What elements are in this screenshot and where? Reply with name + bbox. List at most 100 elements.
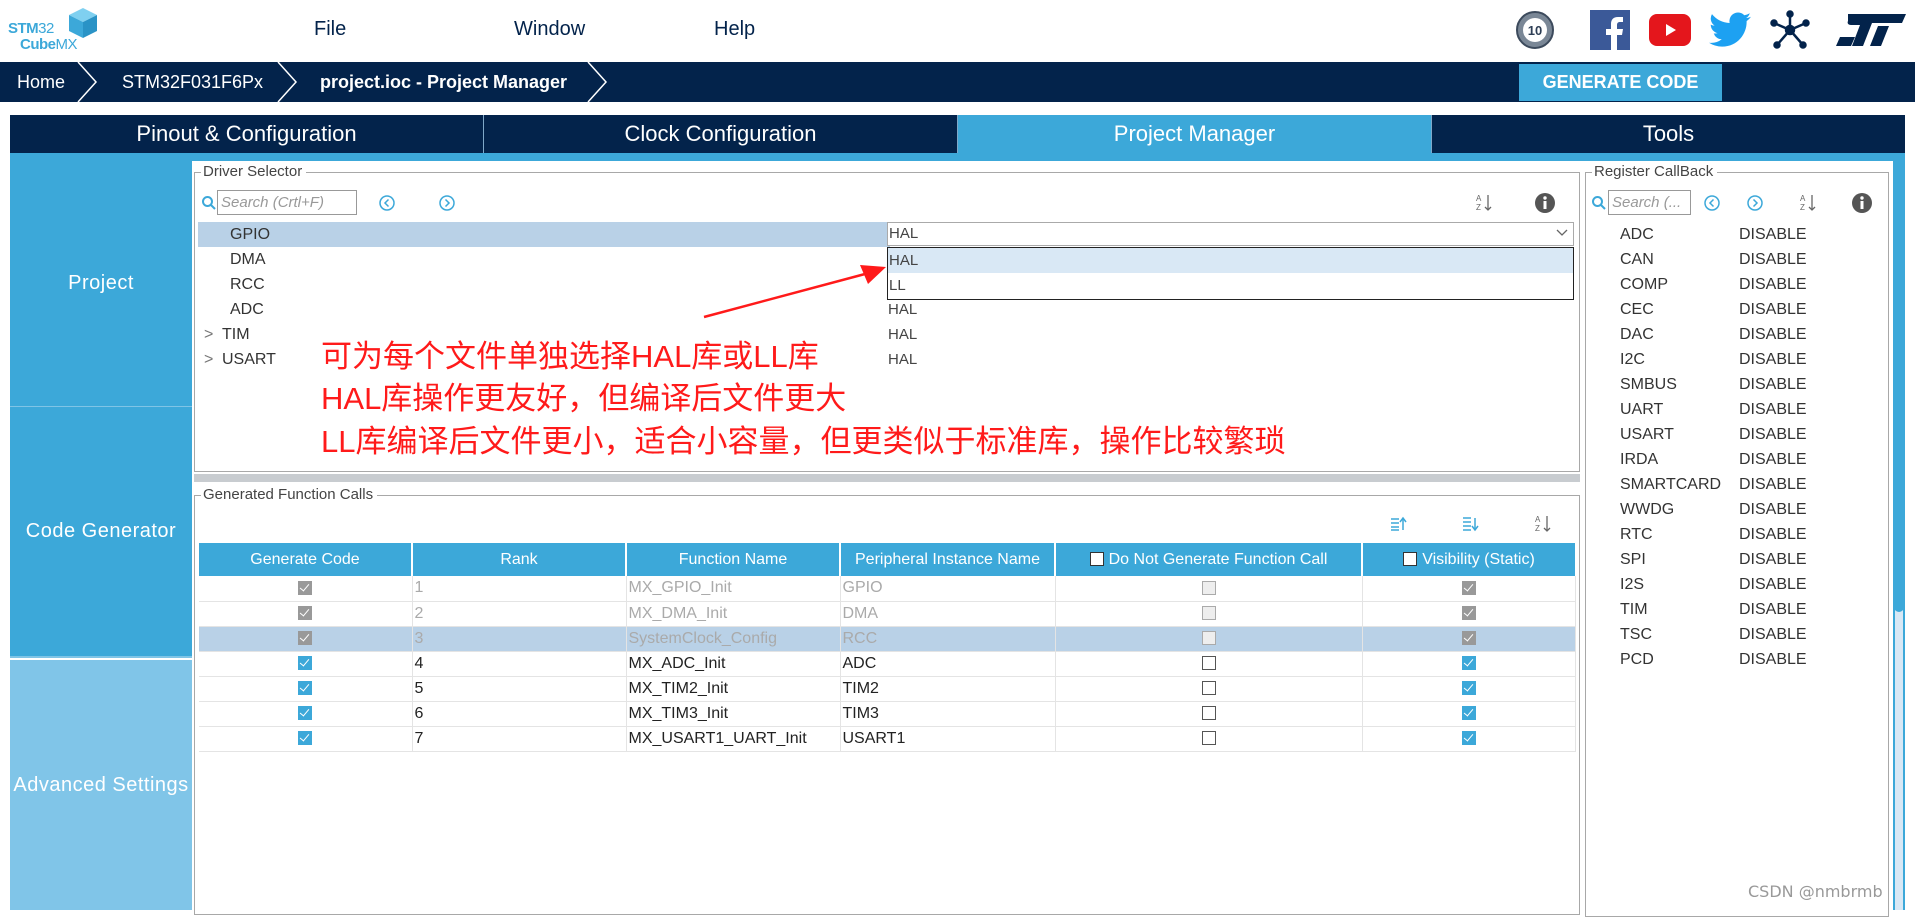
callback-value[interactable]: DISABLE — [1739, 372, 1807, 397]
generate-code-checkbox[interactable] — [298, 706, 313, 721]
callback-value[interactable]: DISABLE — [1739, 647, 1807, 672]
sort-az-icon[interactable]: AZ — [1535, 514, 1553, 534]
column-header-visibility-static[interactable]: Visibility (Static) — [1362, 543, 1575, 576]
next-icon[interactable] — [1746, 194, 1764, 212]
expand-chevron-icon[interactable]: > — [204, 347, 213, 372]
do-not-generate-checkbox[interactable] — [1201, 731, 1216, 746]
table-row[interactable]: 3 SystemClock_Config RCC — [199, 626, 1576, 652]
previous-icon[interactable] — [378, 194, 396, 212]
info-icon[interactable] — [1534, 192, 1556, 214]
generate-code-button[interactable]: GENERATE CODE — [1519, 64, 1722, 101]
visibility-static-checkbox[interactable] — [1461, 731, 1476, 746]
driver-row[interactable]: GPIO — [198, 222, 890, 247]
twitter-icon[interactable] — [1708, 8, 1752, 52]
scrollbar-thumb[interactable] — [1894, 160, 1904, 612]
callback-value[interactable]: DISABLE — [1739, 222, 1807, 247]
driver-library-value[interactable]: HAL — [888, 297, 917, 322]
register-callback-row[interactable]: DAC DISABLE — [1620, 322, 1860, 347]
sort-az-icon[interactable]: AZ — [1476, 193, 1494, 213]
breadcrumb-home[interactable]: Home — [17, 62, 65, 102]
visibility-static-checkbox[interactable] — [1461, 706, 1476, 721]
register-callback-row[interactable]: WWDG DISABLE — [1620, 497, 1860, 522]
register-callback-search-input[interactable]: Search (... — [1608, 190, 1691, 215]
column-header-peripheral-instance-name[interactable]: Peripheral Instance Name — [840, 543, 1056, 576]
register-callback-row[interactable]: COMP DISABLE — [1620, 272, 1860, 297]
column-header-function-name[interactable]: Function Name — [626, 543, 841, 576]
table-row[interactable]: 4 MX_ADC_Init ADC — [199, 651, 1576, 677]
register-callback-row[interactable]: ADC DISABLE — [1620, 222, 1860, 247]
visibility-static-checkbox[interactable] — [1461, 656, 1476, 671]
expand-chevron-icon[interactable]: > — [204, 322, 213, 347]
register-callback-row[interactable]: I2C DISABLE — [1620, 347, 1860, 372]
register-callback-row[interactable]: SMBUS DISABLE — [1620, 372, 1860, 397]
dropdown-option-ll[interactable]: LL — [888, 273, 1573, 298]
do-not-generate-checkbox[interactable] — [1201, 706, 1216, 721]
callback-value[interactable]: DISABLE — [1739, 572, 1807, 597]
register-callback-row[interactable]: SMARTCARD DISABLE — [1620, 472, 1860, 497]
callback-value[interactable]: DISABLE — [1739, 322, 1807, 347]
do-not-generate-all-checkbox[interactable] — [1089, 551, 1104, 566]
callback-value[interactable]: DISABLE — [1739, 497, 1807, 522]
callback-value[interactable]: DISABLE — [1739, 522, 1807, 547]
facebook-icon[interactable] — [1588, 8, 1632, 52]
table-row[interactable]: 1 MX_GPIO_Init GPIO — [199, 576, 1576, 602]
register-callback-row[interactable]: I2S DISABLE — [1620, 572, 1860, 597]
driver-search-input[interactable]: Search (Crtl+F) — [217, 190, 357, 215]
menu-window[interactable]: Window — [514, 18, 585, 41]
callback-value[interactable]: DISABLE — [1739, 472, 1807, 497]
previous-icon[interactable] — [1703, 194, 1721, 212]
column-header-rank[interactable]: Rank — [412, 543, 627, 576]
register-callback-row[interactable]: USART DISABLE — [1620, 422, 1860, 447]
register-callback-row[interactable]: TIM DISABLE — [1620, 597, 1860, 622]
panel-splitter[interactable] — [194, 474, 1580, 482]
callback-value[interactable]: DISABLE — [1739, 397, 1807, 422]
register-callback-row[interactable]: IRDA DISABLE — [1620, 447, 1860, 472]
column-header-generate-code[interactable]: Generate Code — [199, 543, 413, 576]
register-callback-row[interactable]: CEC DISABLE — [1620, 297, 1860, 322]
driver-library-value[interactable]: HAL — [888, 322, 917, 347]
breadcrumb-device[interactable]: STM32F031F6Px — [122, 62, 263, 102]
dropdown-option-hal[interactable]: HAL — [888, 248, 1573, 273]
st-logo-icon[interactable] — [1833, 8, 1909, 52]
register-callback-row[interactable]: UART DISABLE — [1620, 397, 1860, 422]
register-callback-row[interactable]: SPI DISABLE — [1620, 547, 1860, 572]
info-icon[interactable] — [1851, 192, 1873, 214]
do-not-generate-checkbox[interactable] — [1201, 656, 1216, 671]
register-callback-row[interactable]: RTC DISABLE — [1620, 522, 1860, 547]
sort-az-icon[interactable]: AZ — [1800, 193, 1818, 213]
callback-value[interactable]: DISABLE — [1739, 272, 1807, 297]
menu-help[interactable]: Help — [714, 18, 755, 41]
do-not-generate-checkbox[interactable] — [1201, 681, 1216, 696]
sidebar-item-project[interactable]: Project — [10, 161, 192, 407]
callback-value[interactable]: DISABLE — [1739, 247, 1807, 272]
callback-value[interactable]: DISABLE — [1739, 622, 1807, 647]
tab-project-manager[interactable]: Project Manager — [958, 115, 1432, 153]
table-row[interactable]: 6 MX_TIM3_Init TIM3 — [199, 701, 1576, 727]
callback-value[interactable]: DISABLE — [1739, 547, 1807, 572]
table-row[interactable]: 2 MX_DMA_Init DMA — [199, 601, 1576, 627]
move-down-icon[interactable] — [1462, 516, 1480, 532]
sidebar-item-code-generator[interactable]: Code Generator — [10, 407, 192, 658]
register-callback-row[interactable]: CAN DISABLE — [1620, 247, 1860, 272]
callback-value[interactable]: DISABLE — [1739, 597, 1807, 622]
tab-clock-configuration[interactable]: Clock Configuration — [484, 115, 958, 153]
register-callback-row[interactable]: TSC DISABLE — [1620, 622, 1860, 647]
generate-code-checkbox[interactable] — [298, 656, 313, 671]
visibility-static-all-checkbox[interactable] — [1403, 551, 1418, 566]
generate-code-checkbox[interactable] — [298, 731, 313, 746]
sidebar-item-advanced-settings[interactable]: Advanced Settings — [10, 660, 192, 910]
callback-value[interactable]: DISABLE — [1739, 297, 1807, 322]
visibility-static-checkbox[interactable] — [1461, 681, 1476, 696]
driver-library-select[interactable]: HAL — [887, 222, 1574, 246]
table-row[interactable]: 5 MX_TIM2_Init TIM2 — [199, 676, 1576, 702]
network-icon[interactable] — [1768, 8, 1812, 52]
youtube-icon[interactable] — [1648, 8, 1692, 52]
driver-library-value[interactable]: HAL — [888, 347, 917, 372]
callback-value[interactable]: DISABLE — [1739, 347, 1807, 372]
generate-code-checkbox[interactable] — [298, 681, 313, 696]
menu-file[interactable]: File — [314, 18, 346, 41]
table-row[interactable]: 7 MX_USART1_UART_Init USART1 — [199, 726, 1576, 752]
register-callback-row[interactable]: PCD DISABLE — [1620, 647, 1860, 672]
anniversary-10-years-icon[interactable]: 10 — [1513, 8, 1557, 52]
next-icon[interactable] — [438, 194, 456, 212]
